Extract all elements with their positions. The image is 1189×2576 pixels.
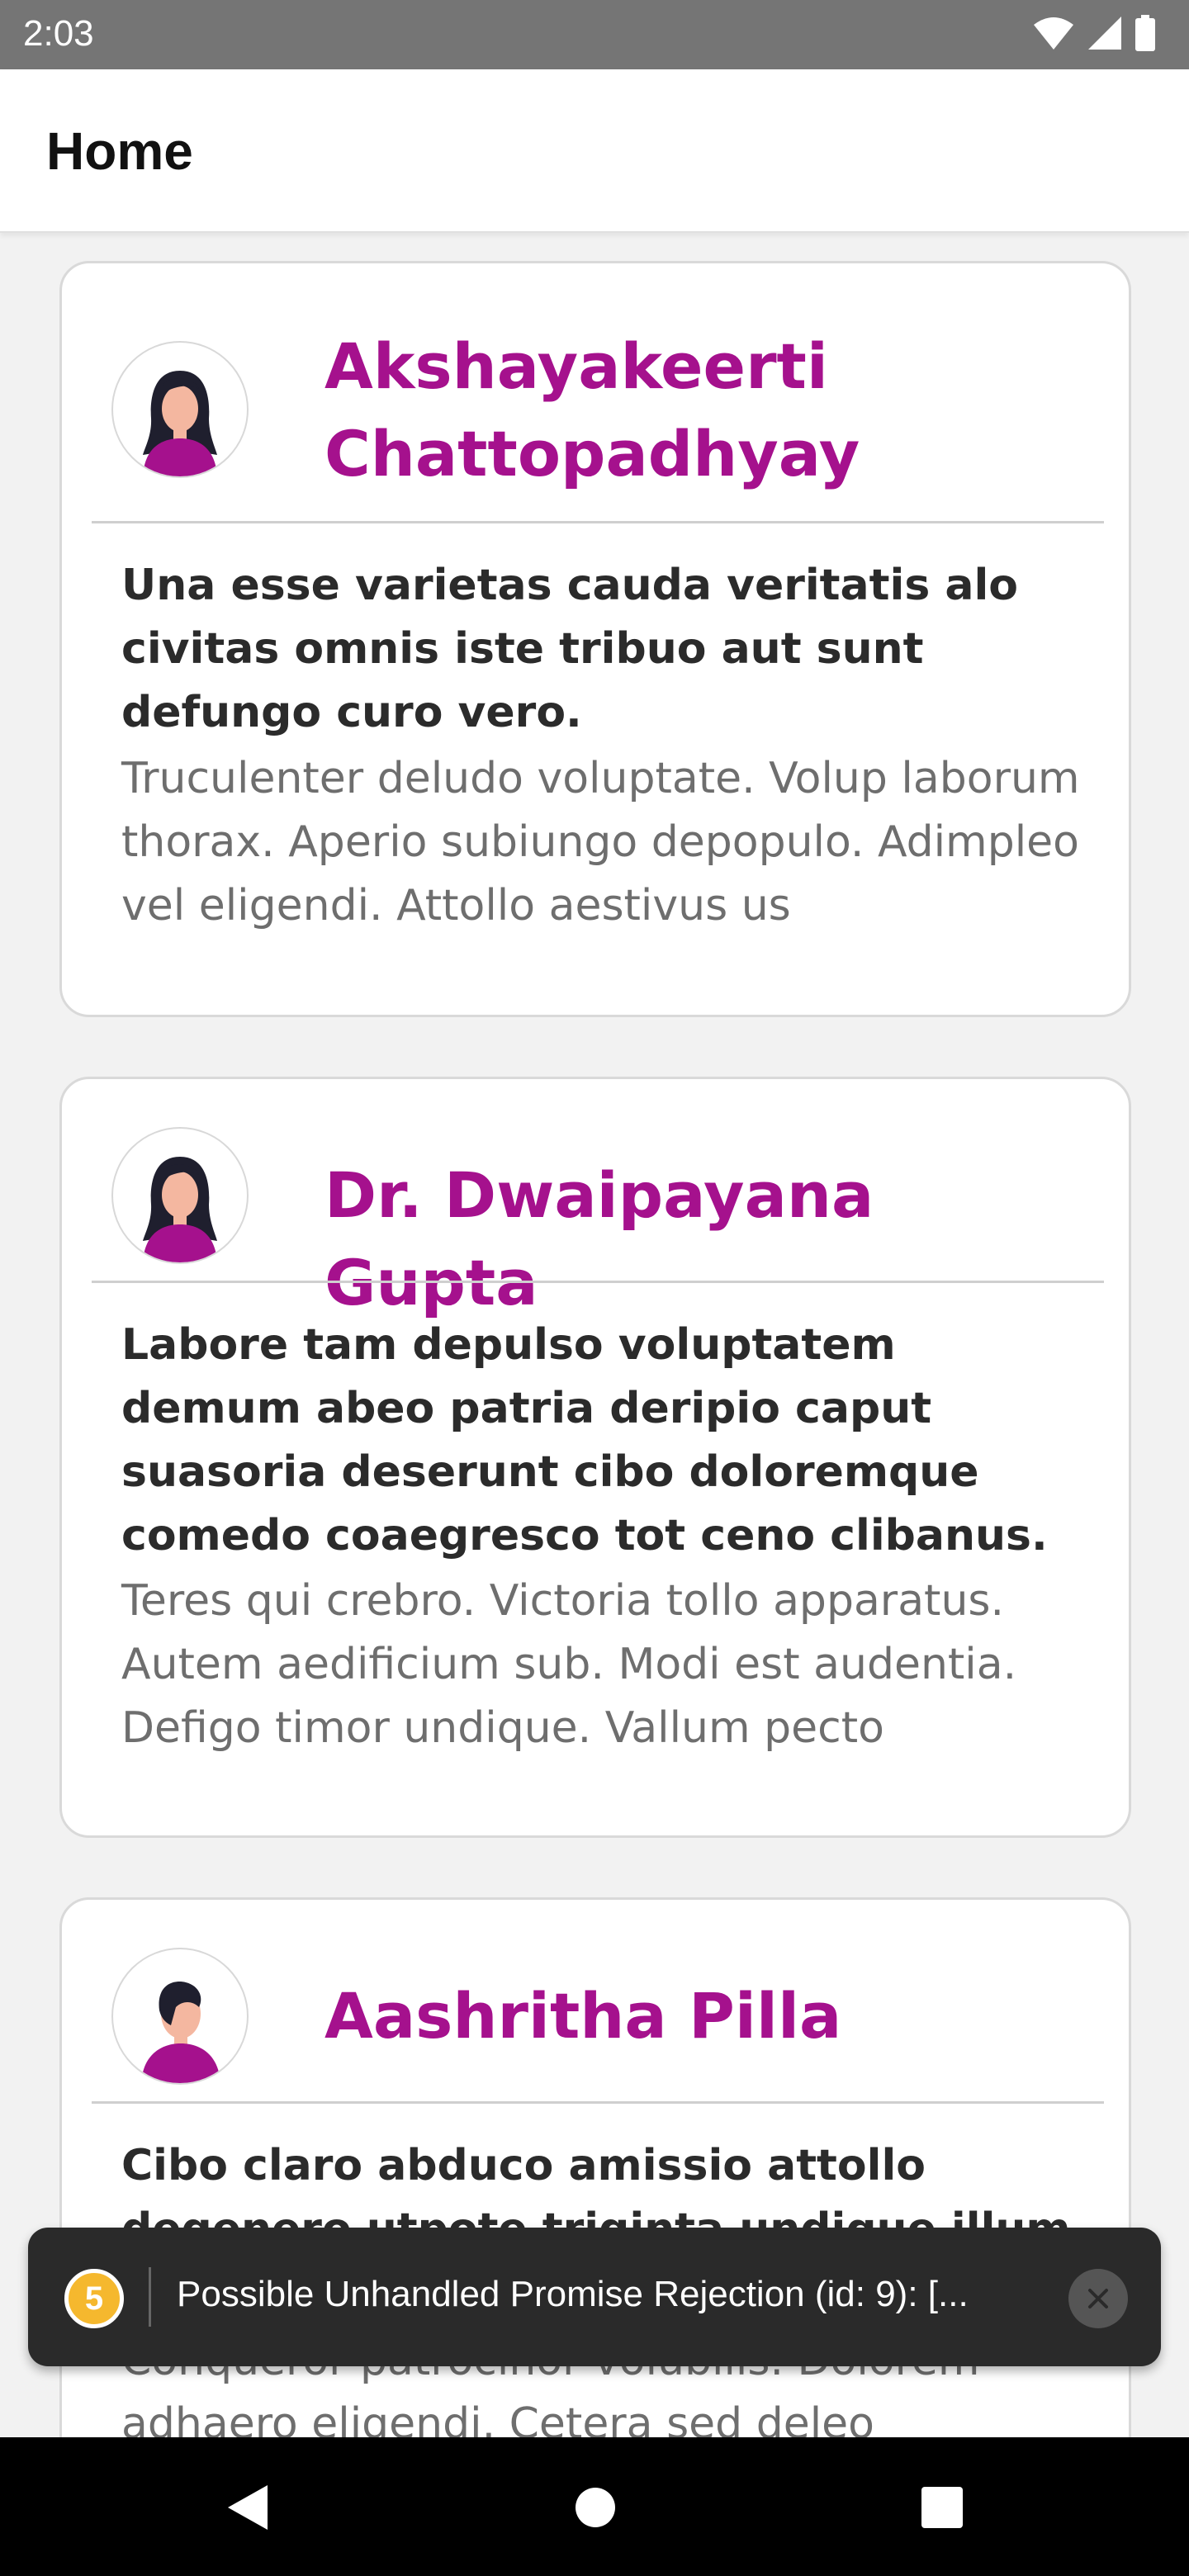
post-card[interactable]: Dr. Dwaipayana Gupta Labore tam depulso … — [59, 1077, 1131, 1838]
status-time: 2:03 — [23, 13, 94, 54]
navigation-bar — [0, 2437, 1189, 2576]
error-count-badge: 5 — [64, 2269, 124, 2328]
battery-icon — [1135, 14, 1156, 55]
toast-separator — [149, 2267, 151, 2327]
post-card[interactable]: Akshayakeerti Chattopadhyay Una esse var… — [59, 261, 1131, 1017]
avatar-woman-icon — [143, 1157, 217, 1262]
back-icon[interactable] — [220, 2479, 277, 2536]
status-bar: 2:03 — [0, 0, 1189, 69]
divider — [92, 2101, 1104, 2104]
author-avatar — [111, 1948, 249, 2085]
toast-message: Possible Unhandled Promise Rejection (id… — [177, 2274, 969, 2314]
divider — [92, 1281, 1104, 1283]
author-name: Aashritha Pilla — [324, 1979, 842, 2053]
avatar-man-icon — [141, 1982, 220, 2083]
home-icon[interactable] — [566, 2479, 624, 2536]
recents-icon[interactable] — [913, 2479, 971, 2536]
wifi-icon — [1032, 15, 1075, 55]
error-toast[interactable]: 5 Possible Unhandled Promise Rejection (… — [28, 2228, 1161, 2366]
post-body: Truculenter deludo voluptate. Volup labo… — [121, 754, 1080, 930]
post-body: Teres qui crebro. Victoria tollo apparat… — [121, 1576, 1017, 1753]
divider — [92, 521, 1104, 523]
avatar-woman-icon — [143, 371, 217, 476]
post-title: Labore tam depulso voluptatem demum abeo… — [121, 1320, 1048, 1560]
post-feed[interactable]: Akshayakeerti Chattopadhyay Una esse var… — [0, 233, 1189, 2437]
close-icon[interactable] — [1068, 2269, 1128, 2328]
author-name: Akshayakeerti Chattopadhyay — [324, 329, 860, 490]
post-title: Una esse varietas cauda veritatis alo ci… — [121, 561, 1019, 737]
signal-icon — [1087, 15, 1123, 55]
status-icons — [1032, 14, 1156, 55]
page-title: Home — [46, 121, 193, 181]
author-name: Dr. Dwaipayana Gupta — [324, 1158, 874, 1319]
app-bar: Home — [0, 69, 1189, 233]
author-avatar — [111, 341, 249, 478]
author-avatar — [111, 1127, 249, 1264]
